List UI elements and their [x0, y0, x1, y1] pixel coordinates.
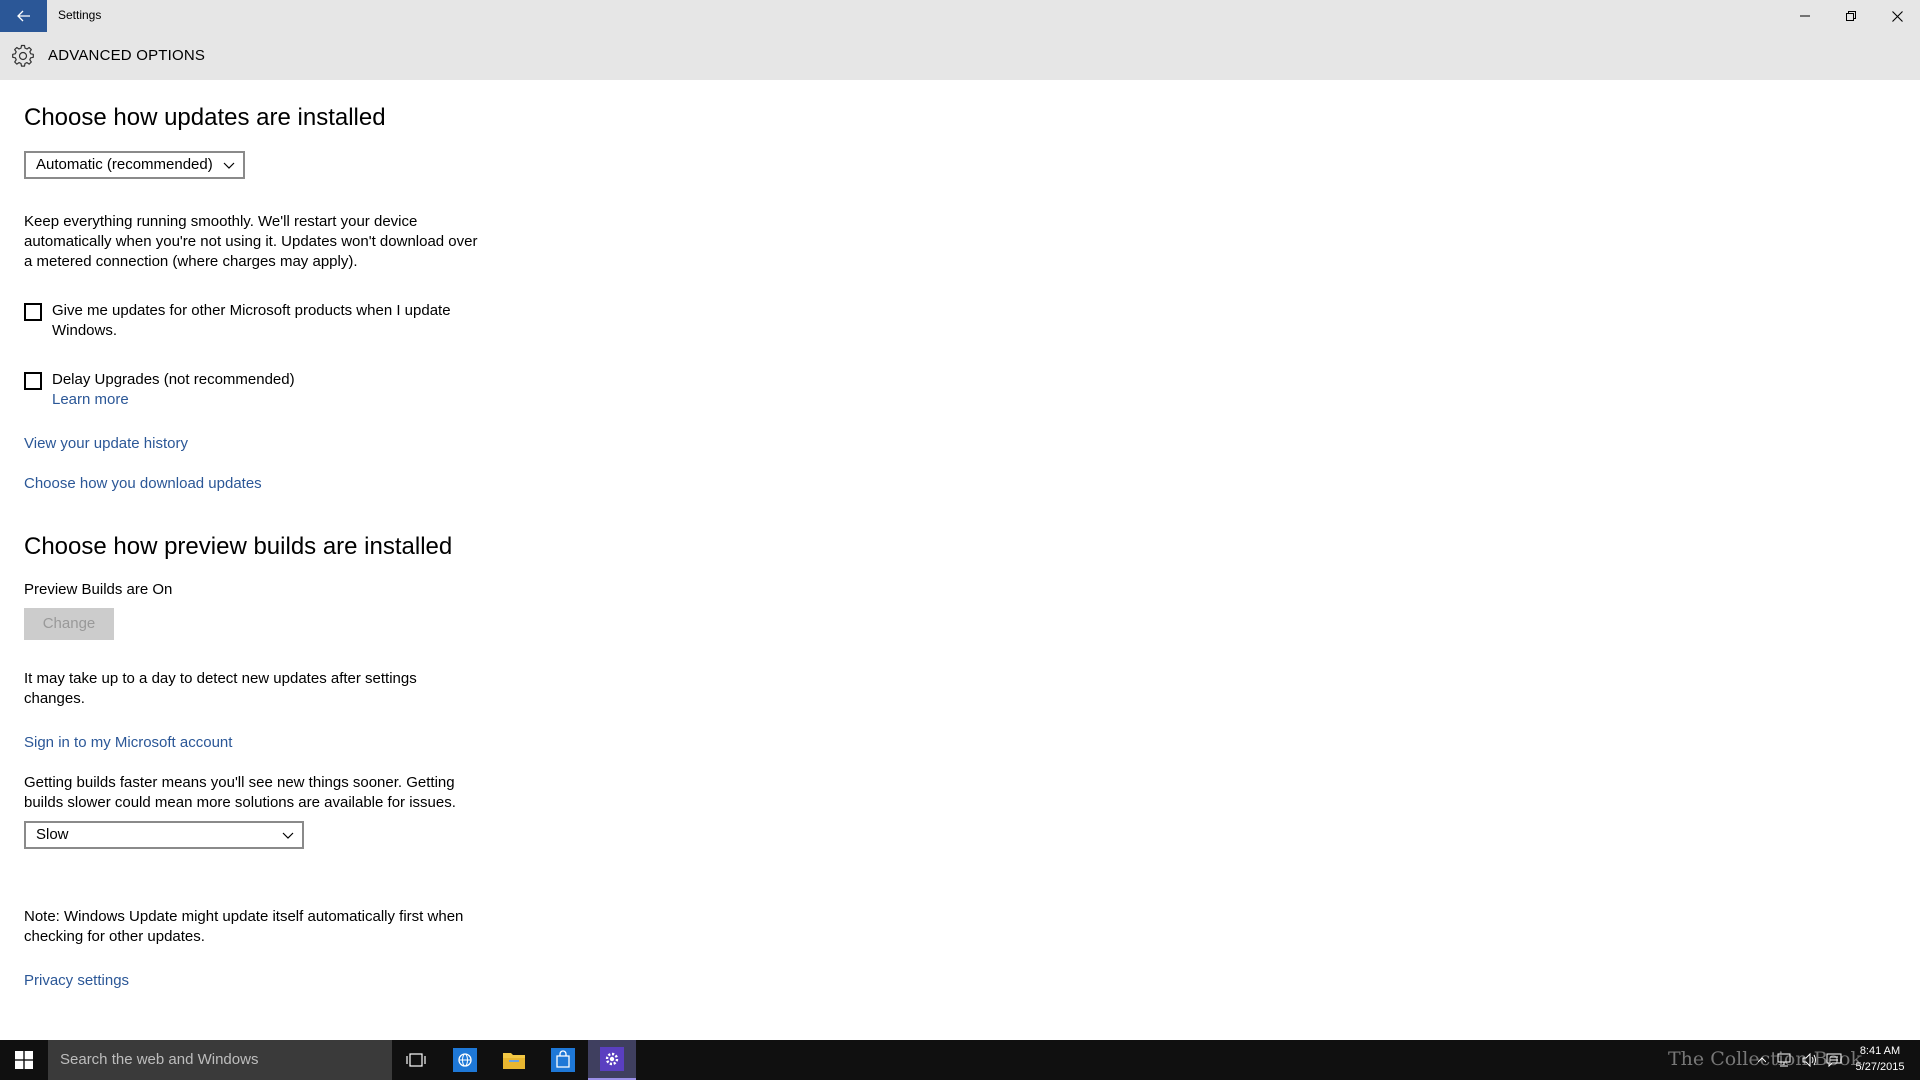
task-view-icon	[406, 1053, 426, 1067]
settings-gear-icon	[600, 1047, 624, 1071]
show-hidden-icons-button[interactable]	[1754, 1040, 1770, 1080]
volume-control[interactable]	[1798, 1040, 1822, 1080]
window-title: Settings	[58, 8, 102, 22]
close-button[interactable]	[1874, 0, 1920, 32]
speaker-icon	[1802, 1053, 1816, 1067]
back-button[interactable]	[0, 0, 47, 32]
build-speed-value: Slow	[36, 826, 69, 843]
taskbar-store[interactable]	[539, 1040, 587, 1080]
taskbar-clock[interactable]: 8:41 AM 5/27/2015	[1850, 1043, 1910, 1075]
close-icon	[1891, 10, 1903, 22]
section-heading-install: Choose how updates are installed	[24, 104, 386, 131]
install-method-dropdown[interactable]: Automatic (recommended)	[24, 151, 245, 179]
section-heading-preview: Choose how preview builds are installed	[24, 533, 453, 560]
windows-update-note: Note: Windows Update might update itself…	[24, 908, 464, 945]
update-history-link[interactable]: View your update history	[24, 434, 188, 454]
network-status[interactable]	[1772, 1040, 1796, 1080]
other-products-label[interactable]: Give me updates for other Microsoft prod…	[52, 301, 472, 341]
build-speed-description: Getting builds faster means you'll see n…	[24, 774, 456, 811]
privacy-settings-link[interactable]: Privacy settings	[24, 971, 129, 991]
restore-icon	[1846, 11, 1856, 21]
network-icon	[1777, 1053, 1791, 1067]
notification-icon	[1826, 1053, 1842, 1067]
delay-upgrades-checkbox[interactable]	[24, 372, 42, 390]
detect-updates-note: It may take up to a day to detect new up…	[24, 670, 417, 707]
taskbar-file-explorer[interactable]	[490, 1040, 538, 1080]
folder-icon	[503, 1053, 525, 1069]
delay-upgrades-option: Delay Upgrades (not recommended) Learn m…	[24, 370, 484, 412]
taskbar: Search the web and Windows The Collectio…	[0, 1040, 1920, 1080]
build-speed-dropdown[interactable]: Slow	[24, 821, 304, 849]
chevron-down-icon	[223, 162, 235, 169]
browser-icon	[453, 1048, 477, 1072]
action-center-button[interactable]	[1822, 1040, 1846, 1080]
windows-logo-icon	[15, 1051, 33, 1069]
page-title: ADVANCED OPTIONS	[48, 47, 206, 64]
clock-date: 5/27/2015	[1855, 1061, 1905, 1073]
change-button[interactable]: Change	[24, 608, 114, 640]
title-bar: Settings	[0, 0, 1920, 32]
chevron-up-icon	[1758, 1057, 1766, 1063]
back-arrow-icon	[16, 10, 30, 22]
page-header: ADVANCED OPTIONS	[0, 32, 1920, 80]
install-description: Keep everything running smoothly. We'll …	[24, 213, 478, 270]
preview-builds-status: Preview Builds are On	[24, 581, 173, 598]
learn-more-link[interactable]: Learn more	[52, 390, 129, 410]
gear-icon	[12, 44, 34, 67]
minimize-button[interactable]	[1782, 0, 1828, 32]
task-view-button[interactable]	[392, 1040, 440, 1080]
restore-button[interactable]	[1828, 0, 1874, 32]
minimize-icon	[1800, 15, 1810, 17]
taskbar-browser[interactable]	[441, 1040, 489, 1080]
download-updates-link[interactable]: Choose how you download updates	[24, 474, 262, 494]
start-button[interactable]	[0, 1040, 48, 1080]
clock-time: 8:41 AM	[1859, 1045, 1901, 1057]
delay-upgrades-label[interactable]: Delay Upgrades (not recommended)	[52, 370, 472, 390]
other-products-option: Give me updates for other Microsoft prod…	[24, 301, 484, 343]
sign-in-link[interactable]: Sign in to my Microsoft account	[24, 733, 232, 753]
chevron-down-icon	[282, 832, 294, 839]
install-method-value: Automatic (recommended)	[36, 156, 213, 173]
taskbar-search-box[interactable]: Search the web and Windows	[48, 1040, 392, 1080]
store-icon	[551, 1048, 575, 1072]
taskbar-settings[interactable]	[588, 1040, 636, 1080]
other-products-checkbox[interactable]	[24, 303, 42, 321]
